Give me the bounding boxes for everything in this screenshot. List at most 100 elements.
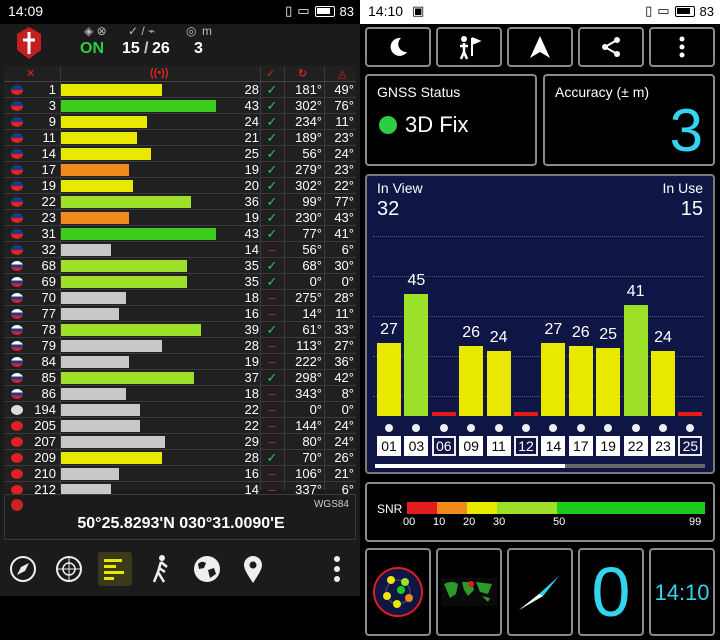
- signal-bars-icon[interactable]: [98, 552, 132, 586]
- not-used-dash-icon: –: [268, 434, 276, 449]
- table-row[interactable]: 194 22– 0° 0°: [4, 402, 356, 418]
- table-row[interactable]: 207 29– 80° 24°: [4, 434, 356, 450]
- snr-value: 29: [244, 434, 259, 449]
- snr-legend-tick: 99: [689, 516, 702, 528]
- gnss-status-card[interactable]: GNSS Status 3D Fix: [365, 74, 537, 166]
- table-row[interactable]: 19 20 ✓ 302° 22°: [4, 178, 356, 194]
- overflow-menu-icon[interactable]: [320, 552, 354, 586]
- signal-bar: [61, 276, 187, 288]
- satellite-prn-label[interactable]: 06: [431, 436, 456, 456]
- snr-value: 16: [244, 466, 259, 481]
- azimuth-column-icon[interactable]: ↻: [298, 67, 307, 80]
- azimuth-value: 275°: [295, 290, 322, 305]
- overflow-menu-button[interactable]: [649, 27, 715, 67]
- constellation-flag-icon: [11, 229, 23, 239]
- world-map-tile[interactable]: [436, 548, 502, 636]
- used-check-icon: ✓: [266, 82, 278, 97]
- table-row[interactable]: 9 24 ✓ 234° 11°: [4, 114, 356, 130]
- table-row[interactable]: 70 18– 275° 28°: [4, 290, 356, 306]
- satellite-prn-label[interactable]: 01: [377, 436, 401, 456]
- table-row[interactable]: 14 25 ✓ 56° 24°: [4, 146, 356, 162]
- table-row[interactable]: 11 21 ✓ 189° 23°: [4, 130, 356, 146]
- table-row[interactable]: 22 36 ✓ 99° 77°: [4, 194, 356, 210]
- accuracy-card[interactable]: Accuracy (± m) 3: [543, 74, 715, 166]
- satellite-dot: [439, 424, 448, 432]
- satellite-prn-label[interactable]: 12: [514, 436, 538, 456]
- globe-icon[interactable]: [190, 552, 224, 586]
- table-row[interactable]: 68 35 ✓ 68° 30°: [4, 258, 356, 274]
- navigation-arrow-icon: [530, 36, 550, 58]
- navigation-button[interactable]: [507, 27, 573, 67]
- table-row[interactable]: 69 35 ✓ 0° 0°: [4, 274, 356, 290]
- satellite-prn-label[interactable]: 09: [459, 436, 484, 456]
- table-row[interactable]: 205 22– 144° 24°: [4, 418, 356, 434]
- datum-label: WGS84: [313, 499, 349, 510]
- elevation-column-icon[interactable]: ◬: [338, 67, 346, 80]
- walking-icon[interactable]: [144, 552, 178, 586]
- snr-value: 21: [244, 130, 259, 145]
- radar-icon[interactable]: [52, 552, 86, 586]
- constellation-flag-icon: [11, 117, 23, 127]
- sky-plot-icon: [373, 567, 423, 617]
- clock-tile[interactable]: 14:10: [649, 548, 715, 636]
- signal-bar: [61, 436, 165, 448]
- map-pin-icon[interactable]: [236, 552, 270, 586]
- satellite-prn-label[interactable]: 19: [596, 436, 621, 456]
- snr-value: 18: [244, 290, 259, 305]
- table-row[interactable]: 86 18– 343° 8°: [4, 386, 356, 402]
- signal-column-icon[interactable]: ((•)): [150, 67, 169, 79]
- chart-scrollbar[interactable]: [375, 464, 705, 468]
- sky-view-tile[interactable]: [365, 548, 431, 636]
- satellite-dot: [604, 424, 613, 432]
- table-row[interactable]: 77 16– 14° 11°: [4, 306, 356, 322]
- signal-bar: [61, 356, 129, 368]
- table-row[interactable]: 31 43 ✓ 77° 41°: [4, 226, 356, 242]
- azimuth-value: 56°: [302, 146, 322, 161]
- azimuth-value: 189°: [295, 130, 322, 145]
- table-row[interactable]: 84 19– 222° 36°: [4, 354, 356, 370]
- table-row[interactable]: 17 19 ✓ 279° 23°: [4, 162, 356, 178]
- azimuth-value: 99°: [302, 194, 322, 209]
- compass-icon[interactable]: [6, 552, 40, 586]
- status-time-right: 14:10: [368, 3, 404, 19]
- table-row[interactable]: 78 39 ✓ 61° 33°: [4, 322, 356, 338]
- elevation-value: 0°: [341, 274, 354, 289]
- satellite-prn-label[interactable]: 17: [568, 436, 593, 456]
- satellite-prn-label[interactable]: 25: [678, 436, 703, 456]
- table-row[interactable]: 1 28 ✓ 181° 49°: [4, 82, 356, 98]
- image-notification-icon: ▣: [412, 3, 425, 18]
- app-logo-icon[interactable]: [14, 26, 44, 60]
- snr-bar-chart[interactable]: In View 32 In Use 15 27 01 45 03 06 26 09 24 11 1…: [365, 174, 715, 474]
- table-row[interactable]: 32 14– 56° 6°: [4, 242, 356, 258]
- table-row[interactable]: 210 16– 106° 21°: [4, 466, 356, 482]
- satellite-prn-label[interactable]: 11: [486, 436, 511, 456]
- used-column-icon[interactable]: ✓: [266, 67, 275, 80]
- speed-tile[interactable]: 0: [578, 548, 644, 636]
- satellite-prn-label[interactable]: 14: [541, 436, 566, 456]
- accuracy-value: 3: [194, 40, 203, 57]
- night-mode-button[interactable]: [365, 27, 431, 67]
- elevation-value: 24°: [334, 146, 354, 161]
- table-row[interactable]: 209 28 ✓ 70° 26°: [4, 450, 356, 466]
- table-row[interactable]: 79 28– 113° 27°: [4, 338, 356, 354]
- satellite-prn-label[interactable]: 03: [404, 436, 429, 456]
- used-check-icon: ✓: [266, 370, 278, 385]
- table-row[interactable]: 23 19 ✓ 230° 43°: [4, 210, 356, 226]
- person-flag-button[interactable]: [436, 27, 502, 67]
- compass-tile[interactable]: [507, 548, 573, 636]
- satellite-prn-label[interactable]: 22: [623, 436, 648, 456]
- snr-bar-value: 26: [462, 324, 481, 341]
- azimuth-value: 144°: [295, 418, 322, 433]
- snr-value: 22: [244, 402, 259, 417]
- table-row[interactable]: 85 37 ✓ 298° 42°: [4, 370, 356, 386]
- share-button[interactable]: [578, 27, 644, 67]
- used-check-icon: ✓: [266, 114, 278, 129]
- satellite-prn-label[interactable]: 23: [651, 436, 675, 456]
- not-used-dash-icon: –: [268, 386, 276, 401]
- constellation-flag-icon: [11, 133, 23, 143]
- snr-bar-value: 26: [571, 324, 590, 341]
- vibrate-icon: ▯: [285, 3, 293, 18]
- signal-bar: [61, 228, 216, 240]
- table-row[interactable]: 3 43 ✓ 302° 76°: [4, 98, 356, 114]
- satellite-column-icon[interactable]: ✕: [26, 67, 35, 80]
